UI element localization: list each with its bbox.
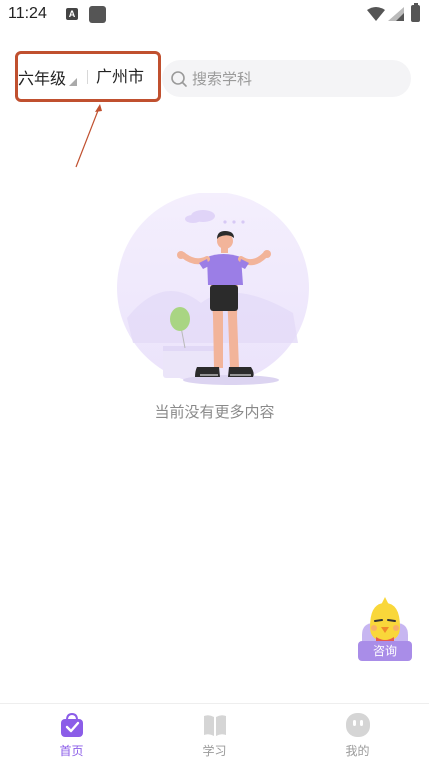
profile-face-icon: [345, 713, 370, 737]
dropdown-triangle-icon: [69, 77, 78, 86]
grade-selector[interactable]: 六年级: [18, 65, 78, 89]
empty-state-illustration: [117, 193, 309, 385]
chick-mascot-icon: [362, 597, 408, 645]
consult-label: 咨询: [358, 641, 412, 661]
nav-item-study[interactable]: 学习: [143, 704, 286, 762]
text-a-icon: A: [66, 8, 78, 20]
nav-label-study: 学习: [202, 744, 227, 758]
book-icon: [203, 715, 226, 736]
consult-button[interactable]: 咨询: [358, 597, 412, 661]
annotation-arrow-icon: [75, 104, 102, 168]
app-square-icon: [89, 6, 106, 23]
nav-item-home[interactable]: 首页: [0, 704, 143, 762]
city-selector[interactable]: 广州市: [96, 65, 144, 89]
nav-item-mine[interactable]: 我的: [286, 704, 429, 762]
status-time: 11:24: [8, 5, 47, 22]
search-icon: [171, 70, 187, 87]
signal-icon: [388, 7, 404, 21]
search-input[interactable]: 搜索学科: [162, 60, 411, 97]
wifi-icon: [367, 7, 385, 21]
bottom-nav: 首页 学习 我的: [0, 703, 429, 762]
home-bag-icon: [60, 712, 83, 737]
status-bar: 11:24 A: [0, 0, 429, 30]
battery-icon: [411, 3, 420, 22]
nav-label-home: 首页: [59, 744, 84, 758]
nav-label-mine: 我的: [345, 744, 370, 758]
search-placeholder: 搜索学科: [192, 70, 253, 88]
divider: [87, 70, 88, 84]
empty-state-message: 当前没有更多内容: [154, 403, 275, 421]
grade-label: 六年级: [18, 69, 67, 88]
